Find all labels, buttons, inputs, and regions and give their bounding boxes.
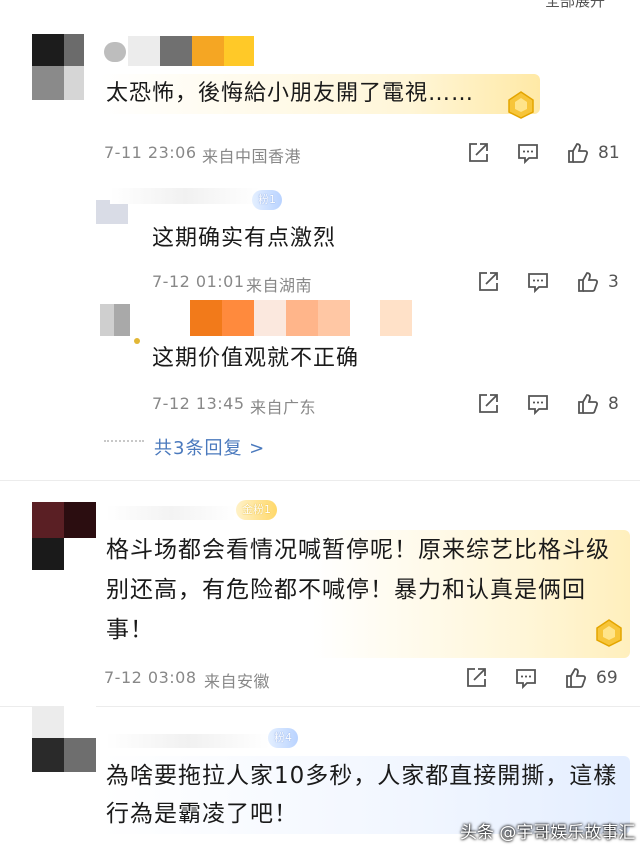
expand-all-link[interactable]: 全部展开: [545, 0, 605, 11]
reply-text: 这期价值观就不正确: [152, 346, 360, 371]
comment-text-line2: 行為是霸凌了吧！: [106, 801, 298, 827]
vip-gem-icon: [594, 618, 624, 648]
username[interactable]: [106, 506, 236, 520]
like-count: 8: [608, 394, 619, 414]
username[interactable]: [104, 36, 254, 66]
username[interactable]: [110, 188, 260, 204]
watermark: 头条 @宇哥娱乐故事汇: [460, 823, 636, 843]
fan-badge: 粉4: [268, 728, 298, 748]
avatar[interactable]: [32, 706, 96, 772]
avatar-marker: [134, 338, 140, 344]
comment-location: 来自安徽: [204, 672, 271, 691]
divider: [0, 706, 640, 707]
reply-location: 来自湖南: [246, 276, 313, 295]
comment-time: 7-12 03:08: [104, 668, 197, 687]
share-icon[interactable]: [464, 666, 488, 690]
share-icon[interactable]: [476, 392, 500, 416]
divider: [0, 480, 640, 481]
comment-text: 太恐怖，後悔給小朋友開了電視……: [106, 81, 475, 106]
reply-text: 这期确实有点激烈: [152, 226, 337, 251]
like-count: 81: [598, 143, 620, 163]
comment-icon[interactable]: [516, 141, 540, 165]
vip-gem-icon: [506, 90, 536, 120]
comment-text-line1: 為啥要拖拉人家10多秒，人家都直接開撕，這樣: [106, 763, 618, 789]
comment-icon[interactable]: [526, 270, 550, 294]
view-more-replies-link[interactable]: 共3条回复 >: [154, 434, 265, 460]
reply-time: 7-12 13:45: [152, 394, 245, 413]
avatar[interactable]: [32, 34, 84, 100]
comment-location: 来自中国香港: [202, 147, 302, 166]
comment-icon[interactable]: [526, 392, 550, 416]
like-icon[interactable]: [564, 666, 588, 690]
fan-badge: 粉1: [252, 190, 282, 210]
like-icon[interactable]: [566, 141, 590, 165]
username[interactable]: [190, 300, 412, 336]
reply-time: 7-12 01:01: [152, 272, 245, 291]
comment-text-line2: 别还高，有危险都不喊停！暴力和认真是俩回: [106, 577, 586, 603]
fan-badge: 金粉1: [236, 500, 277, 520]
comment-text-line1: 格斗场都会看情况喊暂停呢！原来综艺比格斗级: [106, 537, 610, 563]
comment-icon[interactable]: [514, 666, 538, 690]
like-icon[interactable]: [576, 270, 600, 294]
like-icon[interactable]: [576, 392, 600, 416]
avatar[interactable]: [100, 304, 130, 336]
comment-time: 7-11 23:06: [104, 143, 197, 162]
comment-text-line3: 事！: [106, 617, 154, 643]
username[interactable]: [106, 734, 270, 748]
share-icon[interactable]: [476, 270, 500, 294]
reply-dots: [104, 440, 144, 442]
avatar[interactable]: [32, 502, 96, 570]
like-count: 69: [596, 668, 618, 688]
like-count: 3: [608, 272, 619, 292]
reply-location: 来自广东: [250, 398, 317, 417]
share-icon[interactable]: [466, 141, 490, 165]
